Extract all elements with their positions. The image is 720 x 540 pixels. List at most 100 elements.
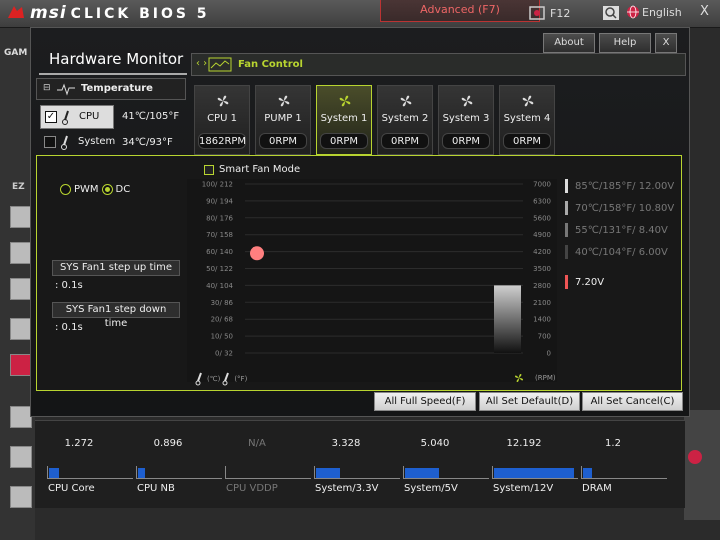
pulse-icon [57, 83, 75, 96]
voltage-bar [492, 466, 578, 479]
indicator-dot [688, 450, 702, 464]
y-tick-temperature: 20/ 68 [211, 316, 233, 324]
fan-rpm: 0RPM [503, 133, 551, 149]
screenshot-icon[interactable] [528, 5, 546, 21]
sidebar-icon[interactable] [10, 446, 32, 468]
voltage-step-label: 40℃/104°F/ 6.00V [575, 246, 668, 258]
game-boost-label: GAM [4, 48, 28, 58]
temperature-header[interactable]: ⊟ Temperature [36, 78, 186, 100]
dialog-close-button[interactable]: X [655, 33, 677, 53]
sidebar-icon[interactable] [10, 206, 32, 228]
thermometer-icon [61, 135, 68, 150]
y-tick-temperature: 40/ 104 [206, 282, 233, 290]
y-tick-temperature: 100/ 212 [202, 181, 233, 189]
voltage-system-12v: 12.192 System/12V [480, 421, 578, 509]
bios-close-button[interactable]: X [700, 3, 716, 21]
sidebar-icon[interactable] [10, 406, 32, 428]
fan-name: System 2 [381, 113, 429, 124]
pwm-radio[interactable] [60, 184, 71, 195]
sensor-namebox[interactable]: System [40, 131, 116, 155]
y-tick-temperature: 10/ 50 [211, 333, 233, 341]
fan-tab-system3[interactable]: System 3 0RPM [438, 85, 494, 155]
rpm-unit-legend: (RPM) [513, 372, 556, 384]
chevron-left-right-icon[interactable]: ‹ › [196, 58, 207, 69]
help-button[interactable]: Help [599, 33, 651, 53]
fan-name: CPU 1 [207, 113, 237, 124]
fan-tab-system4[interactable]: System 4 0RPM [499, 85, 555, 155]
y-tick-temperature: 80/ 176 [206, 214, 233, 222]
sensor-name: CPU [79, 111, 100, 122]
fan-name: System 3 [442, 113, 490, 124]
fan-curve-graph[interactable]: 100/ 212 7000 90/ 194 6300 80/ 176 5600 70/ 15… [187, 179, 557, 382]
smart-fan-mode-toggle[interactable]: Smart Fan Mode [204, 164, 300, 175]
language-selector[interactable]: English [626, 5, 682, 19]
all-full-speed-button[interactable]: All Full Speed(F) [374, 392, 476, 411]
step-up-time-value: : 0.1s [55, 280, 83, 291]
language-label: English [642, 5, 682, 19]
voltage-current-label: 7.20V [575, 276, 605, 288]
fan-icon [278, 95, 290, 107]
sensor-namebox[interactable]: ✓ CPU [40, 105, 114, 129]
sensor-value: 41℃/105°F [122, 111, 180, 122]
fan-tab-system2[interactable]: System 2 0RPM [377, 85, 433, 155]
sensor-checkbox[interactable]: ✓ [45, 111, 57, 123]
fan-icon [400, 95, 412, 107]
voltage-current[interactable]: 7.20V [565, 275, 604, 289]
y-tick-rpm: 4200 [533, 248, 551, 256]
sidebar-icon[interactable] [10, 318, 32, 340]
sidebar-icon[interactable] [10, 354, 32, 376]
step-up-time-button[interactable]: SYS Fan1 step up time [52, 260, 180, 276]
voltage-step[interactable]: 40℃/104°F/ 6.00V [565, 245, 668, 259]
voltage-bar [314, 466, 400, 479]
all-set-cancel-button[interactable]: All Set Cancel(C) [582, 392, 683, 411]
fan-icon [522, 95, 534, 107]
globe-icon [627, 5, 639, 19]
fahrenheit-label: (°F) [234, 375, 248, 383]
dc-radio[interactable] [101, 184, 113, 195]
background-right-panel [684, 410, 720, 520]
voltage-value: 3.328 [331, 438, 361, 449]
y-tick-rpm: 0 [547, 350, 551, 358]
voltage-bar-fill [49, 468, 59, 478]
fan-settings-panel: PWM DC SYS Fan1 step up time : 0.1s SYS … [36, 155, 682, 391]
fan-rpm: 0RPM [259, 133, 307, 149]
collapse-icon[interactable]: ⊟ [43, 83, 51, 93]
hardware-monitor-dialog: Hardware Monitor About Help X ‹ › Fan Co… [30, 27, 690, 417]
voltage-name: CPU Core [48, 483, 95, 494]
sensor-checkbox[interactable] [44, 136, 56, 148]
y-tick-rpm: 2100 [533, 299, 551, 307]
step-down-time-value: : 0.1s [55, 322, 83, 333]
about-button[interactable]: About [543, 33, 595, 53]
fan-tab-pump1[interactable]: PUMP 1 0RPM [255, 85, 311, 155]
temperature-row-system[interactable]: System 34℃/93°F [36, 131, 186, 155]
advanced-mode-tab[interactable]: Advanced (F7) [380, 0, 540, 22]
y-tick-rpm: 700 [538, 333, 551, 341]
voltage-bar [47, 466, 133, 479]
voltage-step[interactable]: 85℃/185°F/ 12.00V [565, 179, 674, 193]
voltage-step[interactable]: 70℃/158°F/ 10.80V [565, 201, 674, 215]
sidebar-icon[interactable] [10, 278, 32, 300]
fan-icon [217, 95, 229, 107]
voltage-name: System/3.3V [315, 483, 379, 494]
fan-tab-cpu1[interactable]: CPU 1 1862RPM [194, 85, 250, 155]
sidebar-icon[interactable] [10, 486, 32, 508]
f12-label[interactable]: F12 [550, 7, 570, 20]
smart-fan-checkbox[interactable] [204, 164, 214, 175]
fan-icon [339, 95, 351, 107]
fan-tab-system1[interactable]: System 1 0RPM [316, 85, 372, 155]
voltage-step-bar [565, 245, 568, 259]
y-tick-rpm: 7000 [533, 181, 551, 189]
step-down-time-button[interactable]: SYS Fan1 step down time [52, 302, 180, 329]
temperature-panel: ⊟ Temperature ✓ CPU 41℃/105°F System 34℃… [36, 78, 186, 153]
temperature-row-cpu[interactable]: ✓ CPU 41℃/105°F [36, 105, 186, 129]
all-set-default-button[interactable]: All Set Default(D) [479, 392, 580, 411]
sensor-name: System [78, 136, 116, 147]
voltage-bar-fill [405, 468, 439, 478]
y-tick-temperature: 30/ 86 [211, 299, 234, 307]
current-temperature-marker [250, 246, 264, 261]
search-icon[interactable] [602, 5, 620, 21]
sidebar-icon[interactable] [10, 242, 32, 264]
brand-logo-text: msi CLICK BIOS 5 [30, 3, 210, 23]
y-tick-rpm: 5600 [533, 214, 551, 222]
voltage-step[interactable]: 55℃/131°F/ 8.40V [565, 223, 668, 237]
